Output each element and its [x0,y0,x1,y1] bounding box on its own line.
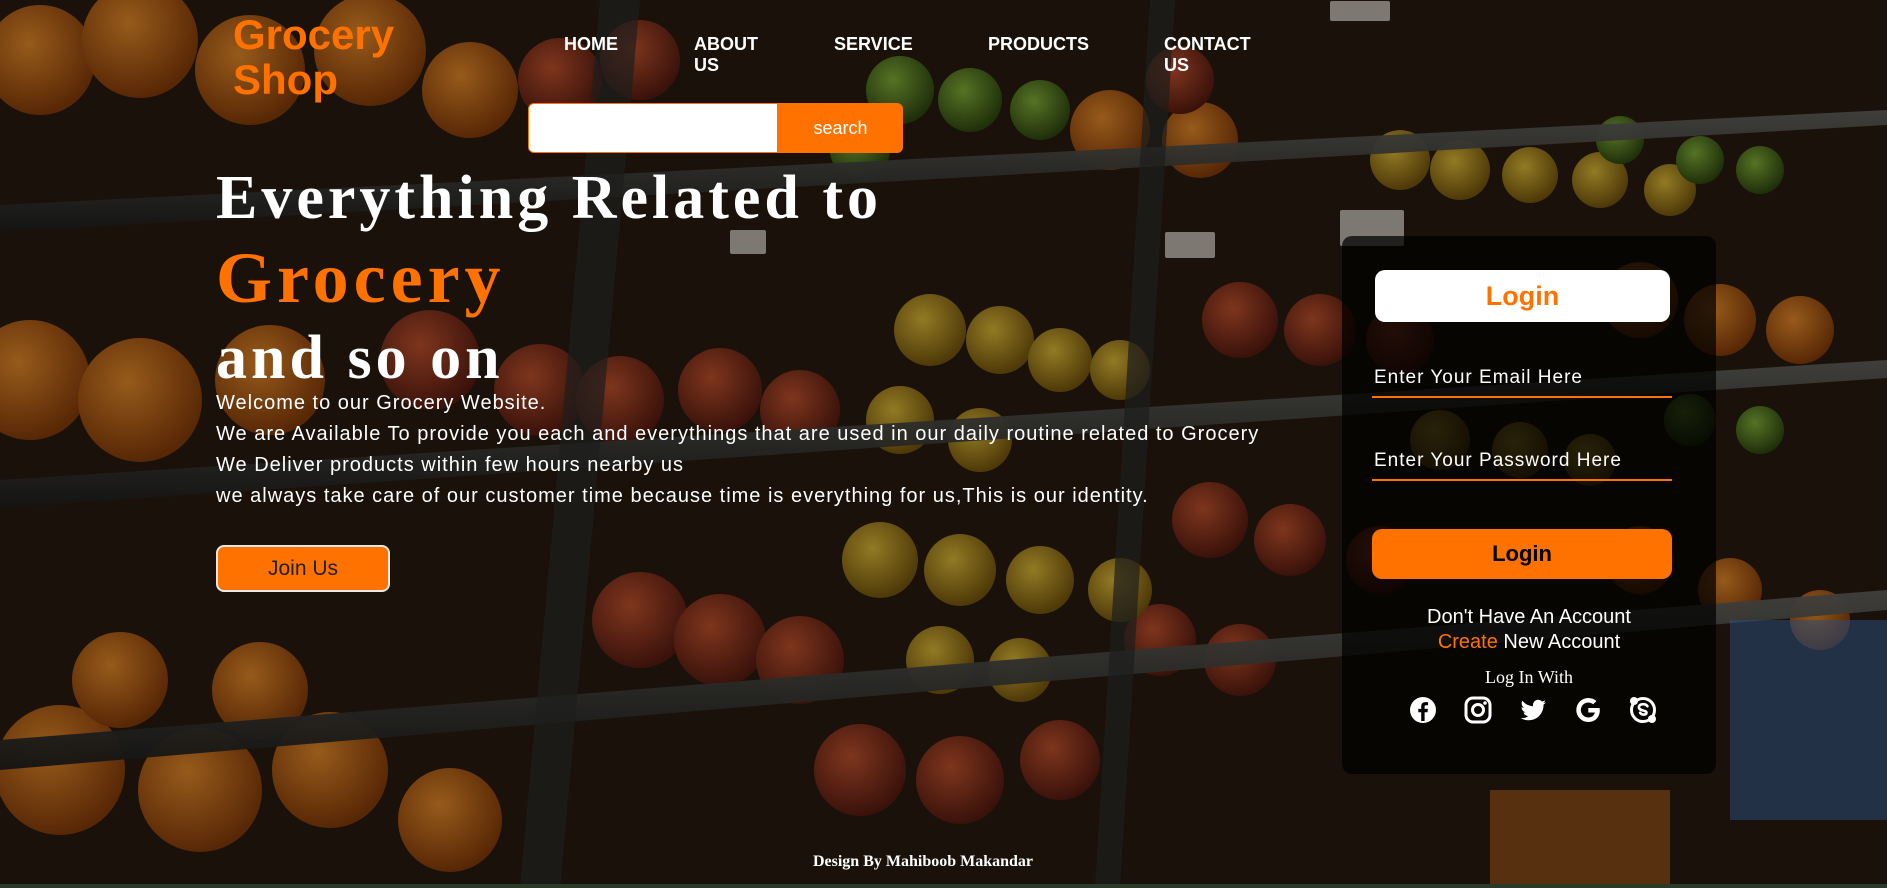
login-card-title: Login [1375,270,1670,322]
search-input[interactable] [528,103,778,153]
nav-about-line-2: US [694,55,720,75]
nav-service[interactable]: SERVICE [834,34,913,55]
nav-about[interactable]: ABOUT US [694,34,758,76]
nav-contact-line-2: US [1164,55,1190,75]
join-us-button[interactable]: Join Us [216,545,390,592]
hero-paragraph-line: Welcome to our Grocery Website. [216,392,547,414]
hero-paragraph-line: We are Available To provide you each and… [216,423,1260,445]
hero-heading: Everything Related to Grocery and so on [216,158,882,398]
hero-paragraph-line: We Deliver products within few hours nea… [216,454,685,476]
nav-products[interactable]: PRODUCTS [988,34,1089,55]
search-button[interactable]: search [778,103,903,153]
instagram-icon[interactable] [1463,695,1493,725]
nav-contact-line-1: CONTACT [1164,34,1251,54]
hero-heading-accent: Grocery [216,238,506,318]
login-with-label: Log In With [1485,667,1573,687]
create-account-link[interactable]: Create [1438,631,1498,653]
skype-icon[interactable] [1628,695,1658,725]
twitter-icon[interactable] [1518,695,1548,725]
footer-credit: Design By Mahiboob Makandar [812,853,1034,870]
logo-line-1: Grocery [233,11,395,58]
hero-paragraph: Welcome to our Grocery Website. We are A… [216,388,1259,512]
login-card: Login Login Don't Have An Account Create… [1342,236,1716,774]
logo-line-2: Shop [233,56,338,103]
social-login-icons [1408,695,1658,729]
login-submit-button[interactable]: Login [1372,529,1672,579]
password-field[interactable] [1372,443,1672,481]
facebook-icon[interactable] [1408,695,1438,725]
hero-paragraph-line: we always take care of our customer time… [216,485,1149,507]
nav-home[interactable]: HOME [564,34,618,55]
nav-about-line-1: ABOUT [694,34,758,54]
signup-prompt: Don't Have An Account Create New Account [1342,605,1716,655]
hero-heading-line-3: and so on [216,324,504,392]
hero-heading-line-1: Everything Related to [216,164,883,232]
page-bottom-border [0,884,1887,888]
google-icon[interactable] [1573,695,1603,725]
new-account-text: New Account [1497,631,1621,653]
email-field[interactable] [1372,360,1672,398]
no-account-text: Don't Have An Account [1427,606,1631,628]
nav-contact[interactable]: CONTACT US [1164,34,1251,76]
site-logo[interactable]: Grocery Shop [233,12,423,102]
